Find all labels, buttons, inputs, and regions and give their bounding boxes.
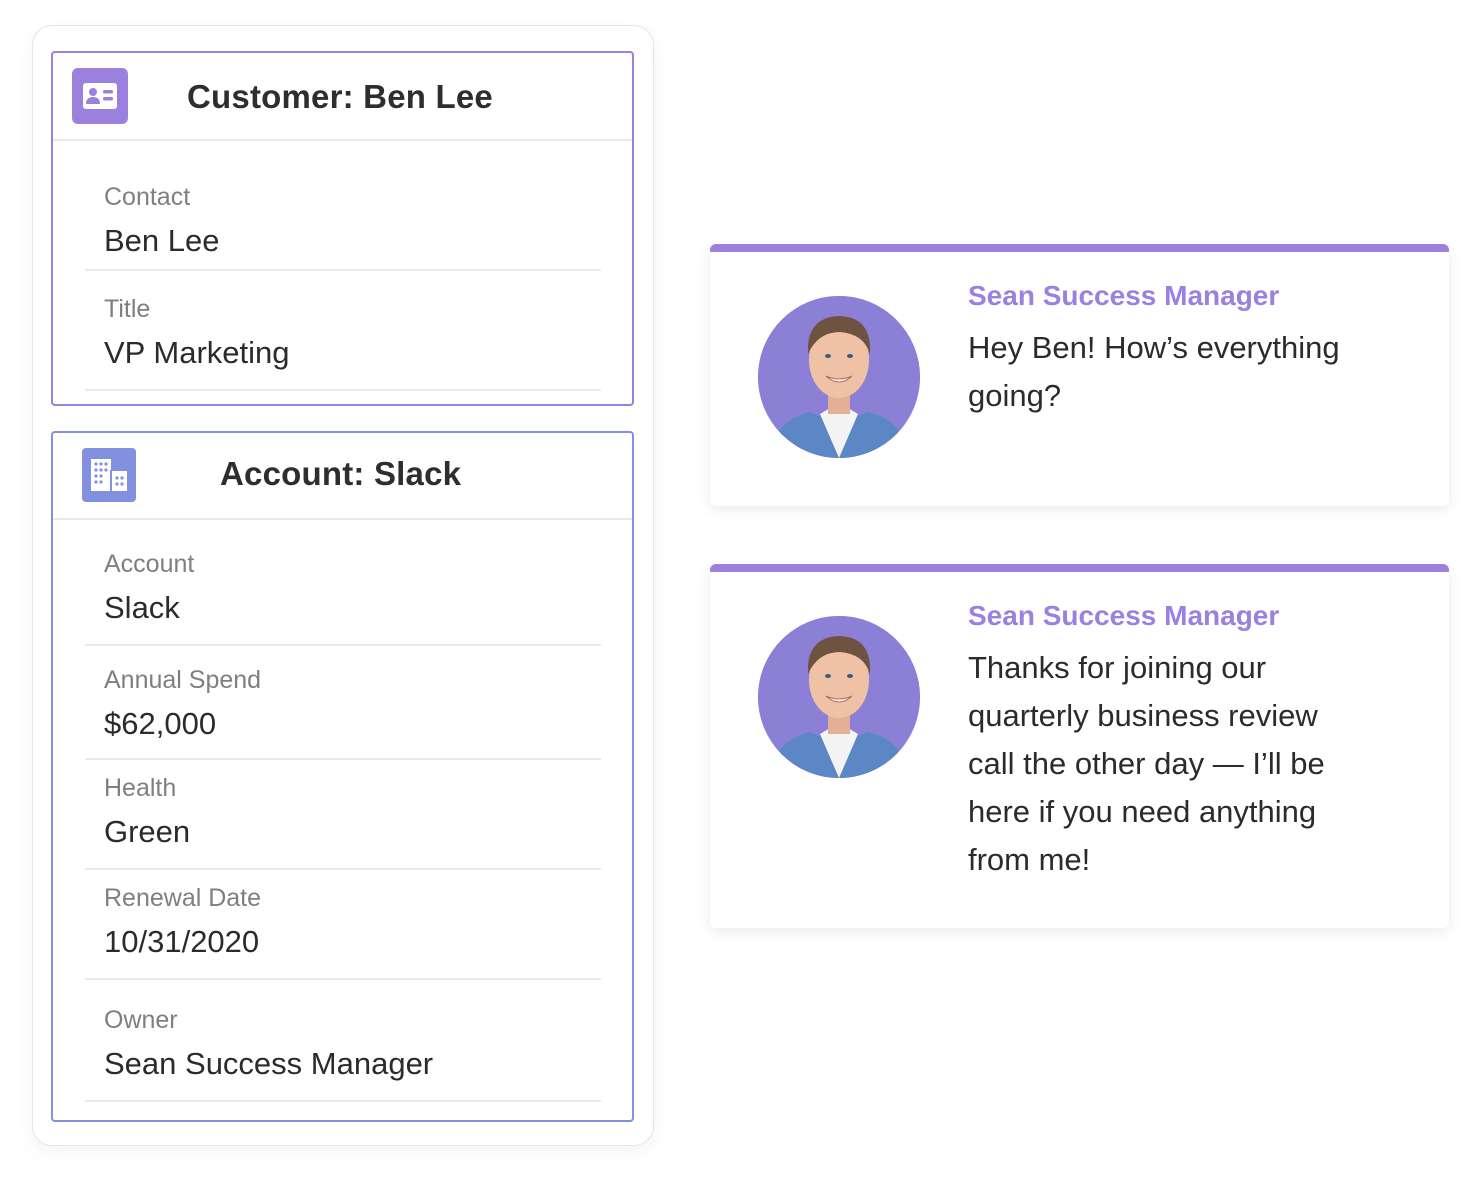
customer-card: Customer: Ben Lee Contact Ben Lee Title … <box>51 51 634 406</box>
customer-card-title: Customer: Ben Lee <box>187 78 493 115</box>
field-label: Owner <box>104 1006 178 1034</box>
field-title: Title VP Marketing <box>85 269 601 391</box>
message-text: Thanks for joining our quarterly busines… <box>968 650 1325 877</box>
field-label: Title <box>104 295 151 323</box>
field-value: Slack <box>104 590 180 625</box>
avatar <box>758 296 920 458</box>
field-label: Contact <box>104 183 191 211</box>
field-value: 10/31/2020 <box>104 924 260 959</box>
field-label: Health <box>104 774 177 802</box>
field-renewal-date: Renewal Date 10/31/2020 <box>85 868 601 980</box>
avatar-photo-icon <box>758 296 920 458</box>
field-label: Renewal Date <box>104 884 262 912</box>
customer-card-header: Customer: Ben Lee <box>53 53 632 141</box>
field-value: $62,000 <box>104 706 217 741</box>
field-value: Ben Lee <box>104 223 220 258</box>
contact-card-icon <box>72 68 128 124</box>
field-account: Account Slack <box>85 518 601 646</box>
message-sender: Sean Success Manager <box>968 600 1280 631</box>
avatar-photo-icon <box>758 616 920 778</box>
message-card: Sean Success Manager Hey Ben! How’s ever… <box>710 244 1449 506</box>
account-card-header: Account: Slack <box>53 433 632 520</box>
avatar <box>758 616 920 778</box>
field-contact: Contact Ben Lee <box>85 139 601 271</box>
message-text: Hey Ben! How’s everything going? <box>968 330 1340 413</box>
message-accent-bar <box>710 244 1449 252</box>
message-accent-bar <box>710 564 1449 572</box>
field-label: Account <box>104 550 195 578</box>
account-card-title: Account: Slack <box>220 455 462 492</box>
message-sender: Sean Success Manager <box>968 280 1280 311</box>
field-value: Sean Success Manager <box>104 1046 434 1081</box>
field-value: Green <box>104 814 191 849</box>
field-value: VP Marketing <box>104 335 290 370</box>
field-label: Annual Spend <box>104 666 262 694</box>
field-annual-spend: Annual Spend $62,000 <box>85 644 601 760</box>
account-card: Account: Slack Account Slack Annual Spen… <box>51 431 634 1122</box>
field-health: Health Green <box>85 758 601 870</box>
message-card: Sean Success Manager Thanks for joining … <box>710 564 1449 928</box>
field-owner: Owner Sean Success Manager <box>85 978 601 1102</box>
building-icon <box>82 448 136 502</box>
